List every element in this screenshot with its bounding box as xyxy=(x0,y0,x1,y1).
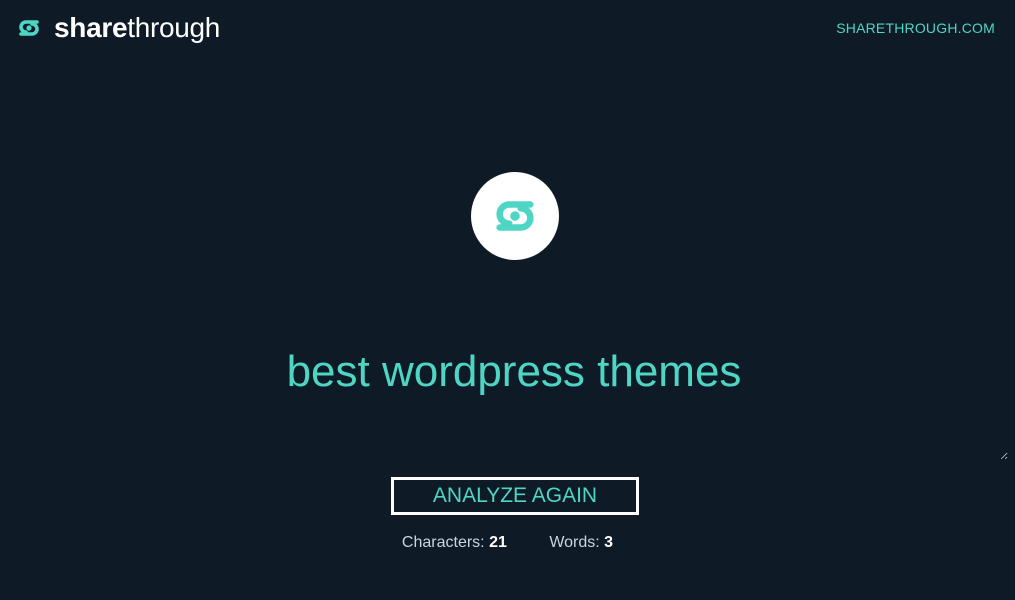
sharethrough-site-link[interactable]: SHARETHROUGH.COM xyxy=(836,20,995,36)
analyze-again-button[interactable]: ANALYZE AGAIN xyxy=(391,477,639,515)
sharethrough-logo-icon xyxy=(496,201,534,231)
words-label: Words: xyxy=(549,534,600,551)
brand-name-bold: share xyxy=(54,12,128,43)
brand-logo-link[interactable]: sharethrough xyxy=(17,12,220,44)
brand-name-light: through xyxy=(127,12,221,43)
characters-count: 21 xyxy=(489,534,507,551)
center-logo-badge xyxy=(471,172,559,260)
button-inner-border xyxy=(396,482,634,510)
words-count: 3 xyxy=(604,534,614,551)
top-bar: sharethrough SHARETHROUGH.COM xyxy=(0,0,1015,56)
brand-name: sharethrough xyxy=(54,12,220,44)
characters-label: Characters: xyxy=(401,534,485,551)
headline-input[interactable]: best wordpress themes xyxy=(20,332,1008,460)
text-stats: Characters: 21 Words: 3 xyxy=(0,533,1015,553)
sharethrough-logo-icon xyxy=(19,20,39,36)
words-stat: Words: 3 xyxy=(549,533,613,553)
characters-stat: Characters: 21 xyxy=(402,533,507,553)
